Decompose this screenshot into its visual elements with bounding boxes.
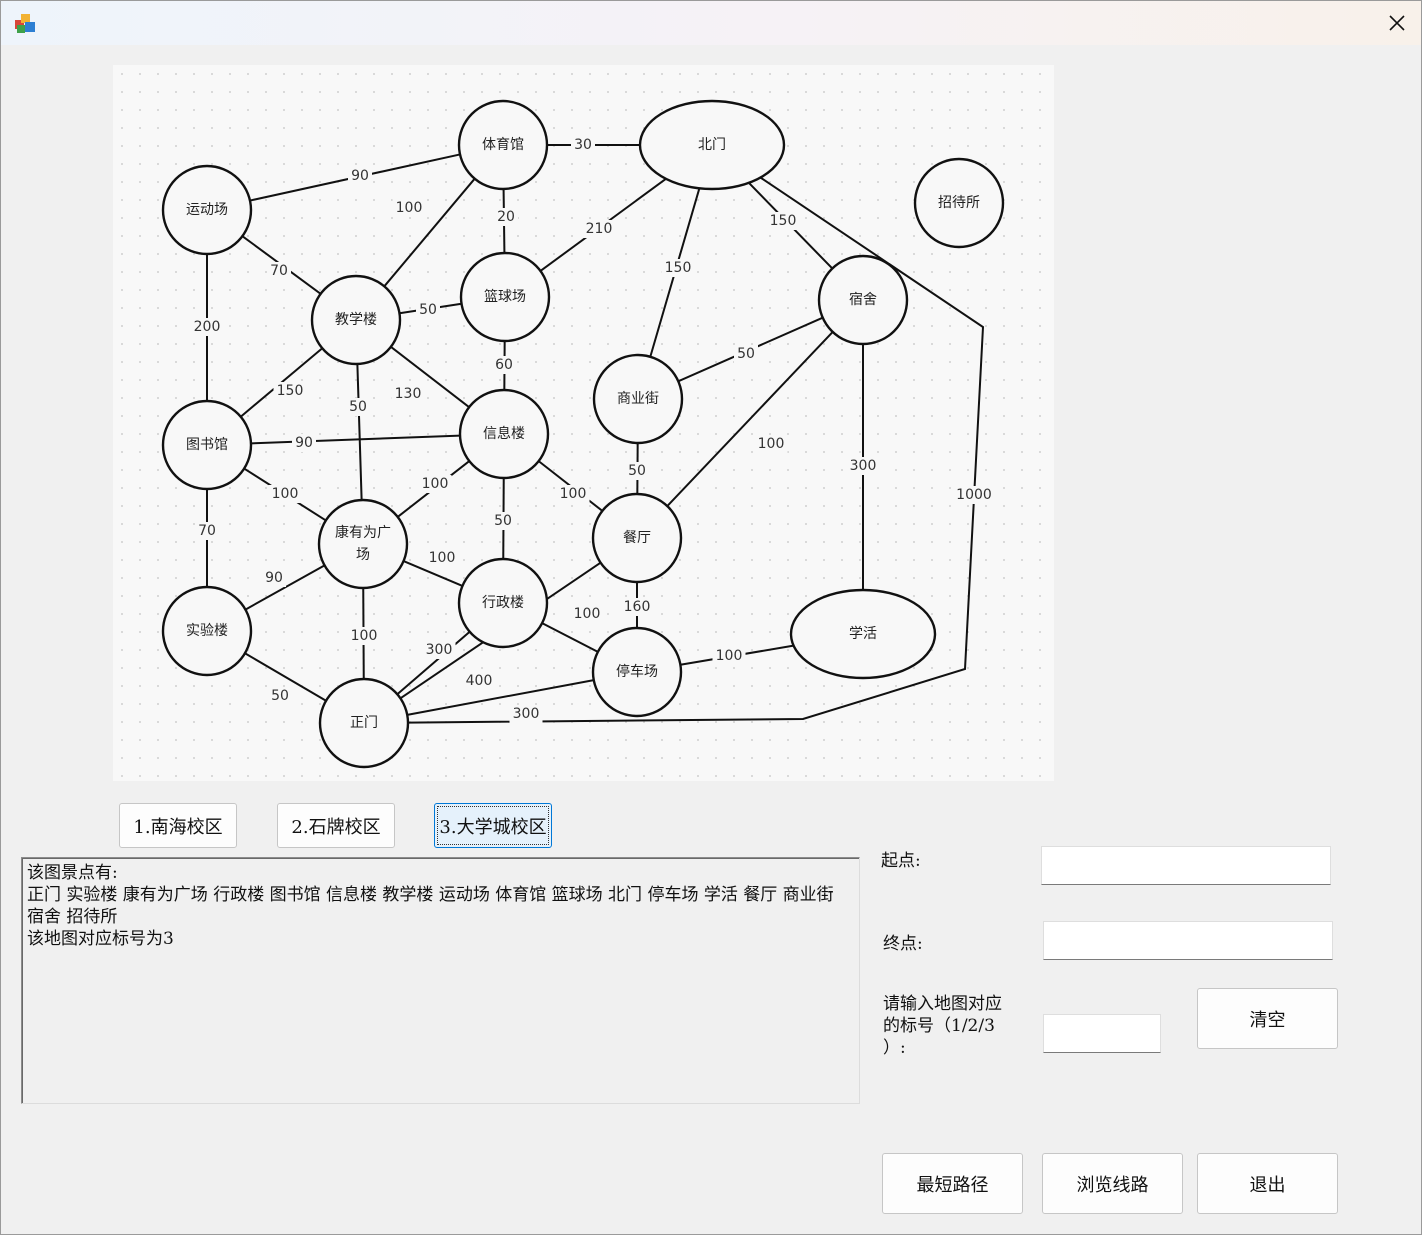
edge-weight-label: 160 [624, 599, 651, 615]
edge-weight-label: 100 [272, 486, 299, 502]
campus-button-shipai[interactable]: 2.石牌校区 [277, 803, 395, 848]
edge-weight-label: 150 [770, 213, 797, 229]
edge-weight-label: 100 [422, 476, 449, 492]
map-node-label-tushuguan: 图书馆 [186, 437, 228, 453]
map-number-label-line1: 请输入地图对应 [883, 994, 1002, 1014]
edge-weight-label: 90 [295, 435, 313, 451]
edge-weight-label: 100 [351, 628, 378, 644]
edge-weight-label: 100 [716, 648, 743, 664]
edge-weight-label: 30 [574, 137, 592, 153]
end-label: 终点: [883, 934, 923, 954]
edge-weight-label: 150 [277, 383, 304, 399]
map-node-label-xingzhenglou: 行政楼 [482, 595, 524, 611]
app-icon [13, 11, 37, 35]
edge-weight-label: 90 [351, 168, 369, 184]
main-window: 90 30 100 20 70 200 210 150 150 1000 50 60 150 50 130 5… [0, 0, 1422, 1235]
close-button[interactable] [1373, 1, 1421, 45]
map-node-label-shiyanlou: 实验楼 [186, 623, 228, 639]
edge-weight-label: 50 [271, 688, 289, 704]
map-node-label-yundongchang: 运动场 [186, 202, 228, 218]
map-node-label-zhengmen: 正门 [350, 715, 378, 731]
map-node-label-shangyejie: 商业街 [617, 391, 659, 407]
edge-weight-label: 150 [665, 260, 692, 276]
edge-weight-label: 1000 [956, 487, 992, 503]
start-label: 起点: [881, 851, 921, 871]
edge-weight-label: 300 [513, 706, 540, 722]
edge-weight-label: 300 [426, 642, 453, 658]
map-node-label-beimen: 北门 [698, 137, 726, 153]
edge-weight-label: 20 [497, 209, 515, 225]
end-input[interactable] [1043, 921, 1333, 960]
title-bar [1, 1, 1421, 45]
exit-button[interactable]: 退出 [1197, 1153, 1338, 1214]
map-node-label-tiyuguan: 体育馆 [482, 137, 524, 153]
info-textbox[interactable]: 该图景点有: 正门 实验楼 康有为广场 行政楼 图书馆 信息楼 教学楼 运动场 … [21, 857, 860, 1104]
map-node-label-kangyouwei: 康有为广 [335, 524, 391, 541]
campus-button-daxuecheng[interactable]: 3.大学城校区 [434, 803, 552, 848]
info-line-map-number: 该地图对应标号为3 [27, 929, 174, 949]
edge-weight-label: 60 [495, 357, 513, 373]
campus-button-nanhai[interactable]: 1.南海校区 [119, 803, 237, 848]
edge-weight-label: 90 [265, 570, 283, 586]
close-icon [1389, 15, 1405, 31]
edge-weight-label: 100 [429, 550, 456, 566]
browse-route-button[interactable]: 浏览线路 [1042, 1153, 1183, 1214]
map-node-label-tingchechang: 停车场 [616, 663, 658, 680]
shortest-path-button[interactable]: 最短路径 [882, 1153, 1023, 1214]
edge-weight-label: 50 [628, 463, 646, 479]
edge-weight-label: 300 [850, 458, 877, 474]
edge-weight-label: 70 [198, 523, 216, 539]
edge-weight-label: 130 [395, 386, 422, 402]
map-node-label-xinxilou: 信息楼 [483, 425, 525, 442]
edge-weight-label: 50 [349, 399, 367, 415]
edge-weight-label: 200 [194, 319, 221, 335]
map-node-label-zhaodaisuo: 招待所 [938, 195, 980, 211]
start-input[interactable] [1041, 846, 1331, 885]
edge-weight-label: 50 [737, 346, 755, 362]
map-node-kangyouwei [317, 498, 409, 590]
map-number-label: 请输入地图对应 的标号（1/2/3 ）: [883, 993, 1002, 1059]
edge-weight-label: 210 [586, 221, 613, 237]
edge-weight-label: 100 [396, 200, 423, 216]
edge-weight-label: 100 [560, 486, 587, 502]
map-number-label-line3: ）: [883, 1038, 906, 1058]
clear-button[interactable]: 清空 [1197, 988, 1338, 1049]
map-node-label-sushe: 宿舍 [849, 291, 877, 308]
map-node-label-kangyouwei: 场 [356, 547, 370, 563]
edge-weight-label: 50 [494, 513, 512, 529]
map-node-label-xuehuo: 学活 [849, 626, 877, 642]
edge-weight-label: 50 [419, 302, 437, 318]
edge-weight-label: 400 [466, 673, 493, 689]
info-line-spots: 正门 实验楼 康有为广场 行政楼 图书馆 信息楼 教学楼 运动场 体育馆 篮球场… [27, 885, 834, 927]
edge-weight-label: 100 [574, 606, 601, 622]
campus-map-graph: 90 30 100 20 70 200 210 150 150 1000 50 60 150 50 130 5… [113, 65, 1054, 781]
edge-weight-label: 100 [758, 436, 785, 452]
map-node-label-canting: 餐厅 [623, 530, 651, 546]
map-node-label-jiaoxuelou: 教学楼 [335, 312, 377, 328]
campus-map: 90 30 100 20 70 200 210 150 150 1000 50 60 150 50 130 5… [113, 65, 1054, 781]
map-node-label-lanqiuchang: 篮球场 [484, 289, 526, 305]
edge-weight-label: 70 [270, 263, 288, 279]
info-line-header: 该图景点有: [27, 863, 118, 883]
map-number-input[interactable] [1043, 1014, 1161, 1053]
map-number-label-line2: 的标号（1/2/3 [883, 1016, 995, 1036]
